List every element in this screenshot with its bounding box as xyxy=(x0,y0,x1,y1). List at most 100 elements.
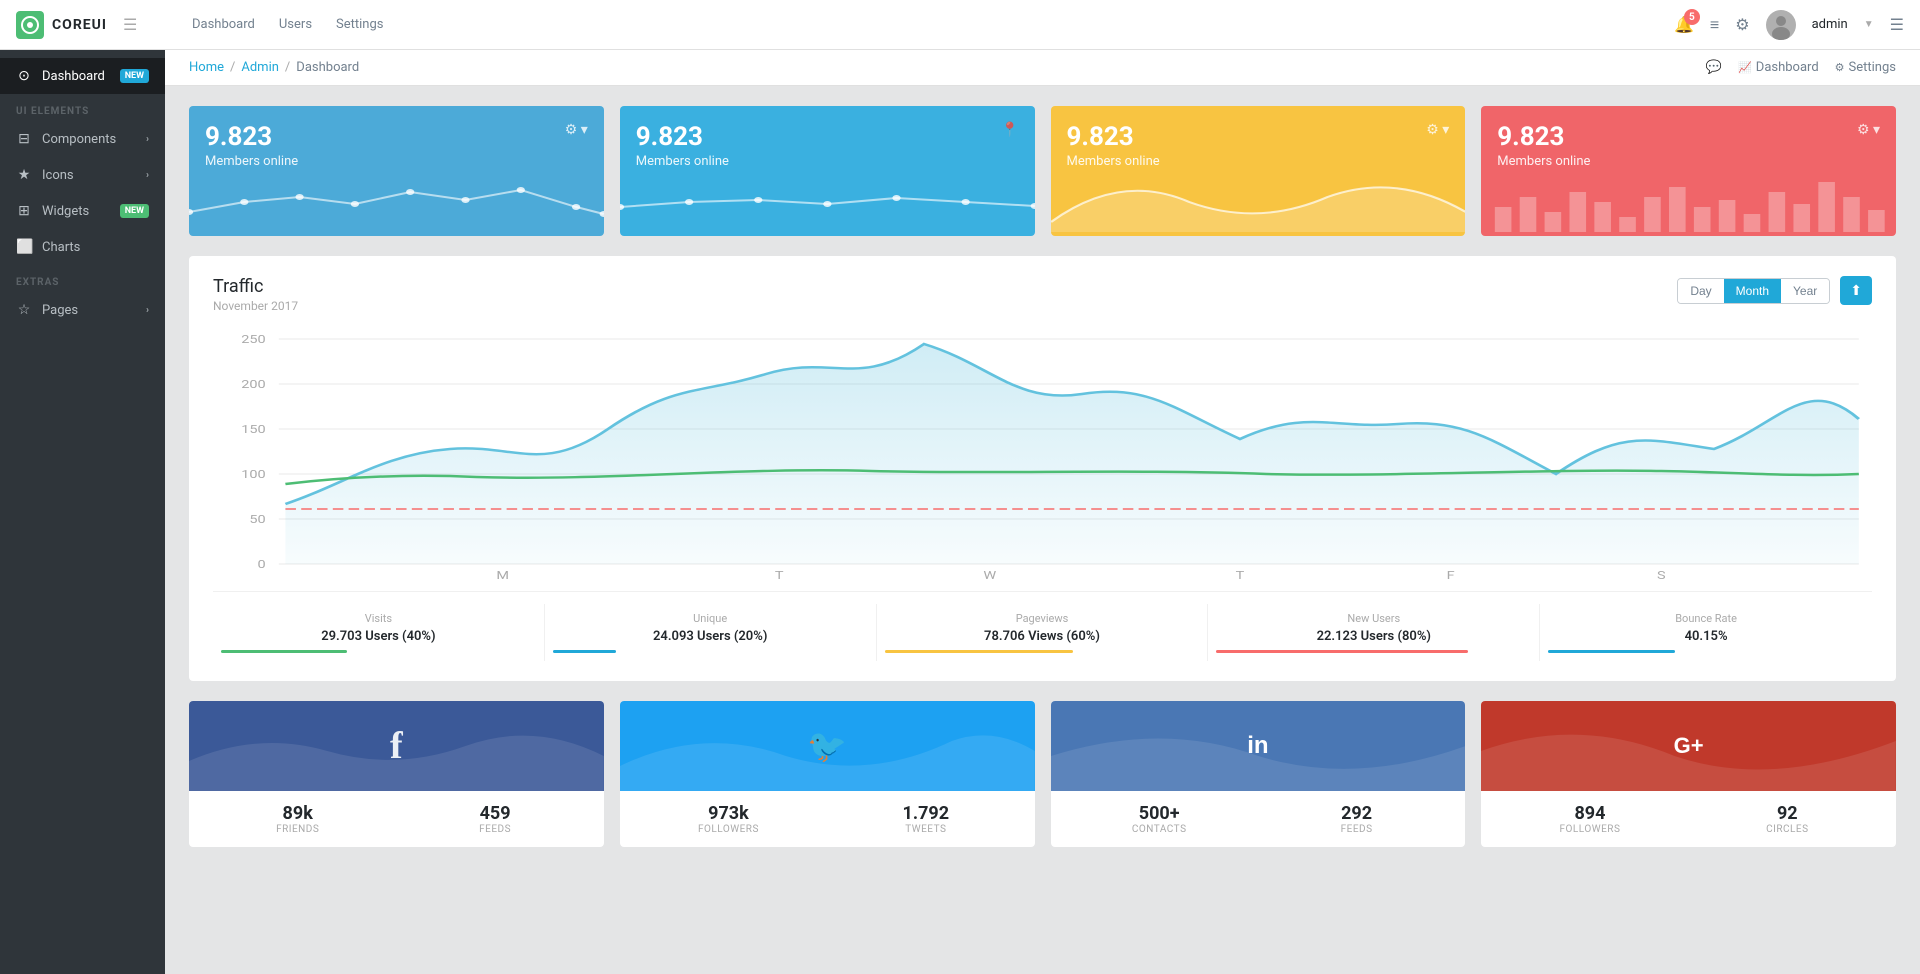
day-button[interactable]: Day xyxy=(1678,279,1723,303)
admin-dropdown-icon[interactable]: ▼ xyxy=(1864,19,1874,30)
year-button[interactable]: Year xyxy=(1781,279,1829,303)
traffic-controls: Day Month Year ⬆ xyxy=(1677,276,1872,305)
nav-settings[interactable]: Settings xyxy=(336,17,383,32)
nav-users[interactable]: Users xyxy=(279,17,312,32)
breadcrumb-home[interactable]: Home xyxy=(189,60,224,75)
stat-gear-4[interactable]: ⚙ ▾ xyxy=(1857,122,1880,138)
sidebar-item-icons[interactable]: ★ Icons › xyxy=(0,157,165,193)
twitter-followers: 973k FOLLOWERS xyxy=(632,803,825,835)
facebook-card-bottom: 89k FRIENDS 459 FEEDS xyxy=(189,791,604,847)
breadcrumb-settings-link[interactable]: ⚙ Settings xyxy=(1835,60,1896,75)
traffic-title: Traffic xyxy=(213,276,298,297)
linkedin-card-top: in xyxy=(1051,701,1466,791)
pages-arrow: › xyxy=(146,305,149,316)
admin-label[interactable]: admin xyxy=(1812,17,1848,32)
top-nav-right: 🔔 5 ≡ ⚙ admin ▼ ☰ xyxy=(1674,10,1904,40)
brand-name: COREUI xyxy=(52,17,107,33)
svg-text:F: F xyxy=(1447,570,1455,579)
social-cards: f 89k FRIENDS 459 FEEDS xyxy=(189,701,1896,847)
avatar[interactable] xyxy=(1766,10,1796,40)
extras-title: EXTRAS xyxy=(0,265,165,292)
breadcrumb-admin[interactable]: Admin xyxy=(241,60,279,75)
notifications-button[interactable]: 🔔 5 xyxy=(1674,15,1694,34)
pages-icon: ☆ xyxy=(16,302,32,318)
google-followers: 894 FOLLOWERS xyxy=(1493,803,1686,835)
stats-row: Visits 29.703 Users (40%) Unique 24.093 … xyxy=(213,591,1872,661)
stats-unique: Unique 24.093 Users (20%) xyxy=(545,604,877,661)
month-button[interactable]: Month xyxy=(1724,279,1781,303)
stats-visits: Visits 29.703 Users (40%) xyxy=(213,604,545,661)
top-nav-menu: Dashboard Users Settings xyxy=(176,17,1674,32)
breadcrumb-current: Dashboard xyxy=(296,60,359,75)
breadcrumb-actions: 💬 📈 Dashboard ⚙ Settings xyxy=(1706,60,1896,75)
traffic-subtitle: November 2017 xyxy=(213,299,298,313)
unique-progress xyxy=(553,650,616,653)
social-card-linkedin: in 500+ CONTACTS 292 FEEDS xyxy=(1051,701,1466,847)
breadcrumb-chat-icon[interactable]: 💬 xyxy=(1706,60,1722,75)
nav-dashboard[interactable]: Dashboard xyxy=(192,17,255,32)
sidebar-item-label: Charts xyxy=(42,240,80,255)
list-icon[interactable]: ≡ xyxy=(1710,15,1719,35)
svg-text:T: T xyxy=(1236,570,1245,579)
stat-pin-2[interactable]: 📍 xyxy=(1001,122,1018,138)
stat-gear-3[interactable]: ⚙ ▾ xyxy=(1426,122,1449,138)
visits-progress xyxy=(221,650,347,653)
traffic-section: Traffic November 2017 Day Month Year ⬆ xyxy=(189,256,1896,681)
linkedin-feeds: 292 FEEDS xyxy=(1260,803,1453,835)
sidebar: ⊙ Dashboard NEW UI ELEMENTS ⊟ Components… xyxy=(0,50,165,974)
bouncerate-progress xyxy=(1548,650,1674,653)
social-card-facebook: f 89k FRIENDS 459 FEEDS xyxy=(189,701,604,847)
app-body: ⊙ Dashboard NEW UI ELEMENTS ⊟ Components… xyxy=(0,50,1920,974)
breadcrumb-dashboard-link[interactable]: 📈 Dashboard xyxy=(1738,60,1819,75)
stat-chart-4 xyxy=(1481,162,1896,236)
sidebar-nav: ⊙ Dashboard NEW UI ELEMENTS ⊟ Components… xyxy=(0,50,165,336)
facebook-card-top: f xyxy=(189,701,604,791)
twitter-tweets: 1.792 TWEETS xyxy=(829,803,1022,835)
sidebar-item-label: Components xyxy=(42,132,116,147)
stat-chart-1 xyxy=(189,162,604,236)
stat-card-3: 9.823 Members online ⚙ ▾ xyxy=(1051,106,1466,236)
svg-text:50: 50 xyxy=(249,514,265,527)
svg-text:0: 0 xyxy=(258,559,266,572)
facebook-feeds: 459 FEEDS xyxy=(398,803,591,835)
twitter-card-bottom: 973k FOLLOWERS 1.792 TWEETS xyxy=(620,791,1035,847)
icons-arrow: › xyxy=(146,170,149,181)
twitter-card-top: 🐦 xyxy=(620,701,1035,791)
newusers-progress xyxy=(1216,650,1468,653)
svg-text:S: S xyxy=(1657,570,1666,579)
sidebar-item-charts[interactable]: ⬜ Charts xyxy=(0,229,165,265)
dashboard-badge: NEW xyxy=(120,69,149,83)
sidebar-item-components[interactable]: ⊟ Components › xyxy=(0,121,165,157)
sidebar-item-dashboard[interactable]: ⊙ Dashboard NEW xyxy=(0,58,165,94)
breadcrumb: Home / Admin / Dashboard xyxy=(189,60,359,75)
widgets-badge: NEW xyxy=(120,204,149,218)
stat-gear-1[interactable]: ⚙ ▾ xyxy=(565,122,588,138)
svg-text:250: 250 xyxy=(241,334,265,347)
breadcrumb-bar: Home / Admin / Dashboard 💬 📈 Dashboard ⚙… xyxy=(165,50,1920,86)
social-card-twitter: 🐦 973k FOLLOWERS 1.792 TWEETS xyxy=(620,701,1035,847)
stat-cards: 9.823 Members online ⚙ ▾ xyxy=(189,106,1896,236)
stat-chart-2 xyxy=(620,162,1035,236)
svg-text:100: 100 xyxy=(241,469,265,482)
sidebar-item-pages[interactable]: ☆ Pages › xyxy=(0,292,165,328)
traffic-period-selector: Day Month Year xyxy=(1677,278,1830,304)
hamburger-icon[interactable]: ☰ xyxy=(1890,15,1904,34)
sidebar-item-label: Dashboard xyxy=(42,69,105,84)
stat-number-1: 9.823 xyxy=(205,122,298,152)
upload-button[interactable]: ⬆ xyxy=(1840,276,1872,305)
facebook-friends: 89k FRIENDS xyxy=(201,803,394,835)
google-card-bottom: 894 FOLLOWERS 92 CIRCLES xyxy=(1481,791,1896,847)
google-circles: 92 CIRCLES xyxy=(1691,803,1884,835)
pageviews-progress xyxy=(885,650,1074,653)
stats-pageviews: Pageviews 78.706 Views (60%) xyxy=(877,604,1209,661)
svg-text:150: 150 xyxy=(241,424,265,437)
sidebar-toggle[interactable]: ☰ xyxy=(123,15,137,34)
sidebar-item-widgets[interactable]: ⊞ Widgets NEW xyxy=(0,193,165,229)
ui-elements-title: UI ELEMENTS xyxy=(0,94,165,121)
components-icon: ⊟ xyxy=(16,131,32,147)
brand: COREUI ☰ xyxy=(16,11,176,39)
settings-icon[interactable]: ⚙ xyxy=(1735,15,1749,34)
stat-number-2: 9.823 xyxy=(636,122,729,152)
stat-card-4: 9.823 Members online ⚙ ▾ xyxy=(1481,106,1896,236)
traffic-header: Traffic November 2017 Day Month Year ⬆ xyxy=(213,276,1872,313)
